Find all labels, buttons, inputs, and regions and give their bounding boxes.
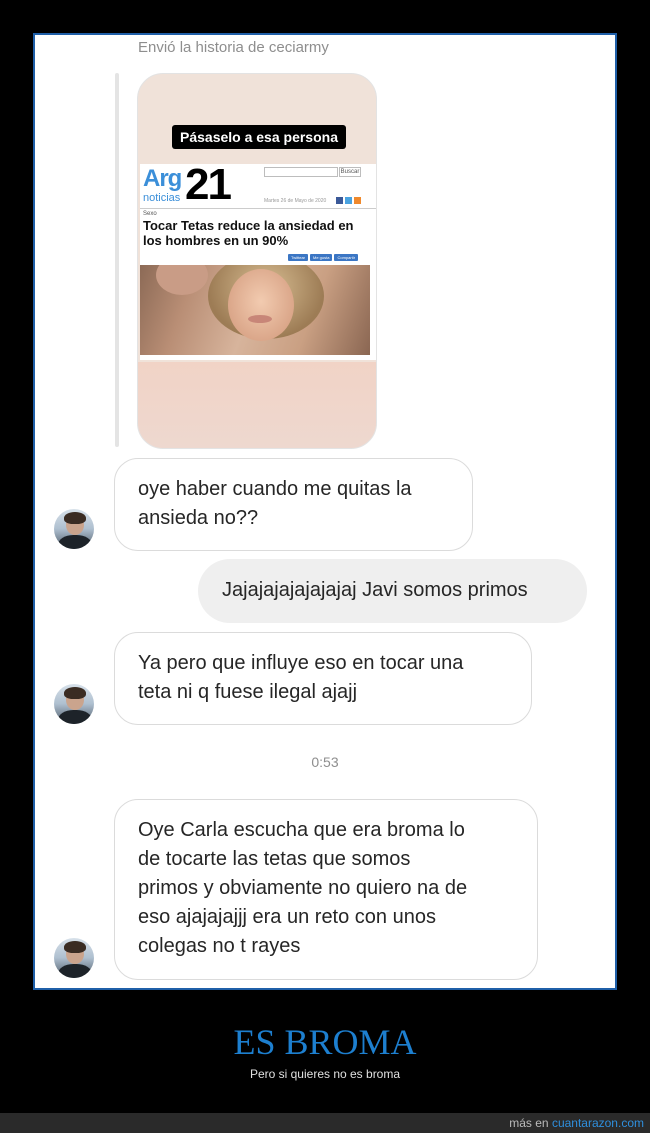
sender-avatar[interactable] [54,938,94,978]
message-line: teta ni q fuese ilegal ajajj [138,681,358,703]
message-line: Ya pero que influye eso en tocar una [138,652,464,674]
message-bubble-received[interactable]: Ya pero que influye eso en tocar una tet… [114,632,532,725]
shared-story-preview[interactable]: Pásaselo a esa persona Arg noticias 21 B… [137,73,377,449]
share-button: Compartir [334,254,359,261]
article-headline: Tocar Tetas reduce la ansiedad en los ho… [143,218,354,248]
news-article-screenshot: Arg noticias 21 Buscar Martes 26 de Mayo… [140,160,376,360]
sender-avatar[interactable] [54,684,94,724]
story-text-sticker: Pásaselo a esa persona [172,125,346,149]
site-logo-number: 21 [185,160,232,209]
site-social-icons [336,197,361,204]
reply-indicator-line [115,73,119,447]
footer-text: más en cuantarazon.com [509,1116,644,1130]
chat-screenshot: Envió la historia de ceciarmy Pásaselo a… [33,33,617,990]
site-date: Martes 26 de Mayo de 2020 [264,198,327,204]
message-line: ansieda no?? [138,507,259,529]
site-search-input [264,167,338,177]
article-share-buttons: Twittear Me gusta Compartir [288,254,359,261]
message-line: eso ajajajajjj era un reto con unos [138,906,436,928]
site-search-button: Buscar [339,167,361,177]
article-photo [140,265,370,355]
story-background [138,362,376,448]
message-timestamp: 0:53 [311,754,339,770]
like-button: Me gusta [310,254,333,261]
sender-avatar[interactable] [54,509,94,549]
message-bubble-received[interactable]: oye haber cuando me quitas la ansieda no… [114,458,473,551]
tweet-button: Twittear [288,254,309,261]
rss-icon [354,197,361,204]
message-line: colegas no t rayes [138,935,301,957]
facebook-icon [336,197,343,204]
footer-bar: más en cuantarazon.com [0,1113,650,1133]
message-line: Oye Carla escucha que era broma lo [138,819,465,841]
footer-prefix: más en [509,1116,549,1130]
message-bubble-received[interactable]: Oye Carla escucha que era broma lo de to… [114,799,538,980]
message-line: de tocarte las tetas que somos [138,848,411,870]
story-reply-caption: Envió la historia de ceciarmy [138,39,329,56]
twitter-icon [345,197,352,204]
footer-site-link[interactable]: cuantarazon.com [552,1116,644,1130]
meme-subtitle: Pero si quieres no es broma [249,1067,401,1081]
meme-title: ES BROMA [233,1022,417,1062]
site-divider [140,208,376,209]
message-line: oye haber cuando me quitas la [138,478,412,500]
article-section: Sexo [143,211,157,217]
message-line: primos y obviamente no quiero na de [138,877,468,899]
message-line: Jajajajajajajajaj Javi somos primos [222,579,528,601]
message-bubble-sent[interactable]: Jajajajajajajajaj Javi somos primos [198,559,587,623]
site-logo-arg: Arg [143,165,182,192]
site-logo-noticias: noticias [143,192,181,204]
